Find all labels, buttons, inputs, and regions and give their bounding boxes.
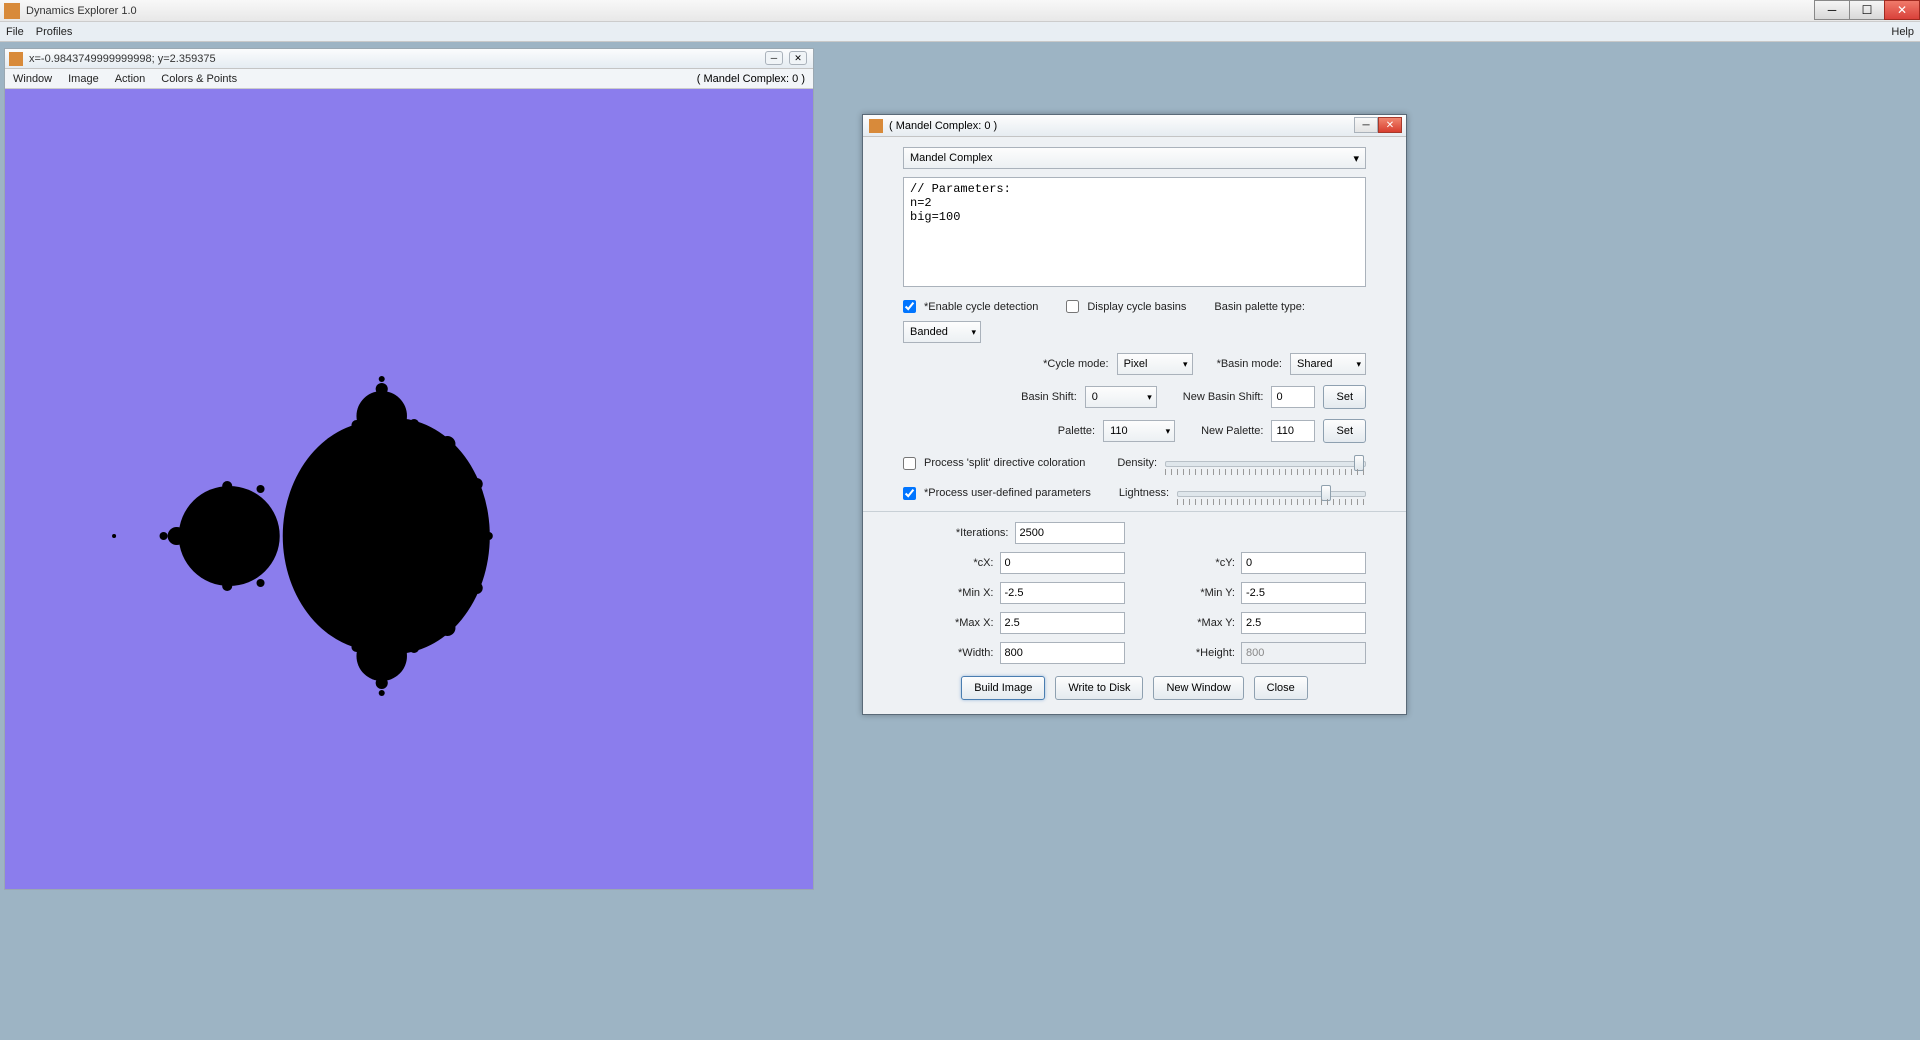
app-titlebar: Dynamics Explorer 1.0 ─ ☐ ✕ (0, 0, 1920, 22)
process-user-params-checkbox[interactable] (903, 487, 916, 500)
fractal-type-select[interactable]: Mandel Complex ▾ (903, 147, 1366, 169)
fractal-close-icon[interactable]: ✕ (789, 51, 807, 65)
enable-cycle-checkbox[interactable] (903, 300, 916, 313)
maxx-label: *Max X: (955, 617, 994, 629)
window-controls: ─ ☐ ✕ (1815, 0, 1920, 20)
coords-readout: x=-0.9843749999999998; y=2.359375 (29, 53, 216, 65)
fractal-menu-window[interactable]: Window (13, 73, 52, 85)
dialog-title: ( Mandel Complex: 0 ) (889, 120, 997, 132)
maxy-label: *Max Y: (1197, 617, 1235, 629)
iterations-input[interactable] (1015, 522, 1125, 544)
settings-dialog: ( Mandel Complex: 0 ) ─ ✕ Mandel Complex… (862, 114, 1407, 715)
palette-select[interactable]: 110 ▾ (1103, 420, 1175, 442)
density-label: Density: (1117, 457, 1157, 469)
new-window-button[interactable]: New Window (1153, 676, 1243, 700)
dialog-titlebar[interactable]: ( Mandel Complex: 0 ) ─ ✕ (863, 115, 1406, 137)
process-user-params-label: *Process user-defined parameters (924, 487, 1091, 499)
fractal-window: x=-0.9843749999999998; y=2.359375 ─ ✕ Wi… (4, 48, 814, 890)
miny-input[interactable] (1241, 582, 1366, 604)
fractal-menu-action[interactable]: Action (115, 73, 146, 85)
new-palette-input[interactable] (1271, 420, 1315, 442)
cx-label: *cX: (973, 557, 993, 569)
display-basins-checkbox[interactable] (1066, 300, 1079, 313)
fractal-viewport[interactable] (5, 89, 813, 889)
basin-shift-select[interactable]: 0 ▾ (1085, 386, 1157, 408)
process-split-label: Process 'split' directive coloration (924, 457, 1085, 469)
chevron-down-icon: ▾ (1356, 359, 1361, 370)
maximize-button[interactable]: ☐ (1849, 0, 1885, 20)
chevron-down-icon: ▾ (1166, 426, 1171, 437)
cycle-mode-label: *Cycle mode: (1043, 358, 1108, 370)
workspace: x=-0.9843749999999998; y=2.359375 ─ ✕ Wi… (0, 42, 1920, 1040)
chevron-down-icon: ▾ (1183, 359, 1188, 370)
basin-palette-type-label: Basin palette type: (1214, 301, 1305, 313)
app-title: Dynamics Explorer 1.0 (26, 5, 137, 17)
miny-label: *Min Y: (1200, 587, 1235, 599)
dialog-close-icon[interactable]: ✕ (1378, 117, 1402, 133)
display-basins-label: Display cycle basins (1087, 301, 1186, 313)
menu-file[interactable]: File (6, 26, 24, 38)
width-input[interactable] (1000, 642, 1125, 664)
basin-palette-type-select[interactable]: Banded ▾ (903, 321, 981, 343)
fractal-titlebar[interactable]: x=-0.9843749999999998; y=2.359375 ─ ✕ (5, 49, 813, 69)
height-label: *Height: (1196, 647, 1235, 659)
mandelbrot-image (5, 89, 813, 889)
width-label: *Width: (958, 647, 993, 659)
write-to-disk-button[interactable]: Write to Disk (1055, 676, 1143, 700)
minimize-button[interactable]: ─ (1814, 0, 1850, 20)
dialog-minimize-icon[interactable]: ─ (1354, 117, 1378, 133)
fractal-type-value: Mandel Complex (910, 152, 993, 164)
basin-mode-select[interactable]: Shared ▾ (1290, 353, 1366, 375)
java-icon (9, 52, 23, 66)
menu-profiles[interactable]: Profiles (36, 26, 73, 38)
fractal-menubar: Window Image Action Colors & Points ( Ma… (5, 69, 813, 89)
close-button[interactable]: ✕ (1884, 0, 1920, 20)
new-palette-label: New Palette: (1201, 425, 1263, 437)
app-icon (4, 3, 20, 19)
app-menubar: File Profiles Help (0, 22, 1920, 42)
set-palette-button[interactable]: Set (1323, 419, 1366, 443)
build-image-button[interactable]: Build Image (961, 676, 1045, 700)
basin-mode-label: *Basin mode: (1217, 358, 1282, 370)
lightness-label: Lightness: (1119, 487, 1169, 499)
iterations-label: *Iterations: (956, 527, 1009, 539)
minx-label: *Min X: (958, 587, 993, 599)
fractal-menu-colors[interactable]: Colors & Points (161, 73, 237, 85)
java-icon (869, 119, 883, 133)
chevron-down-icon: ▾ (971, 327, 976, 338)
maxx-input[interactable] (1000, 612, 1125, 634)
lightness-slider[interactable] (1177, 483, 1366, 503)
cy-label: *cY: (1215, 557, 1235, 569)
parameters-textarea[interactable] (903, 177, 1366, 287)
menu-help[interactable]: Help (1891, 26, 1914, 38)
enable-cycle-label: *Enable cycle detection (924, 301, 1038, 313)
maxy-input[interactable] (1241, 612, 1366, 634)
process-split-checkbox[interactable] (903, 457, 916, 470)
density-slider[interactable] (1165, 453, 1366, 473)
minx-input[interactable] (1000, 582, 1125, 604)
cx-input[interactable] (1000, 552, 1125, 574)
fractal-minimize-icon[interactable]: ─ (765, 51, 783, 65)
height-input (1241, 642, 1366, 664)
cy-input[interactable] (1241, 552, 1366, 574)
new-basin-shift-input[interactable] (1271, 386, 1315, 408)
basin-shift-label: Basin Shift: (1021, 391, 1077, 403)
fractal-context-label: ( Mandel Complex: 0 ) (697, 73, 805, 85)
chevron-down-icon: ▾ (1147, 392, 1152, 403)
set-basin-shift-button[interactable]: Set (1323, 385, 1366, 409)
palette-label: Palette: (1058, 425, 1095, 437)
new-basin-shift-label: New Basin Shift: (1183, 391, 1264, 403)
close-button[interactable]: Close (1254, 676, 1308, 700)
cycle-mode-select[interactable]: Pixel ▾ (1117, 353, 1193, 375)
chevron-down-icon: ▾ (1353, 152, 1359, 165)
fractal-menu-image[interactable]: Image (68, 73, 99, 85)
